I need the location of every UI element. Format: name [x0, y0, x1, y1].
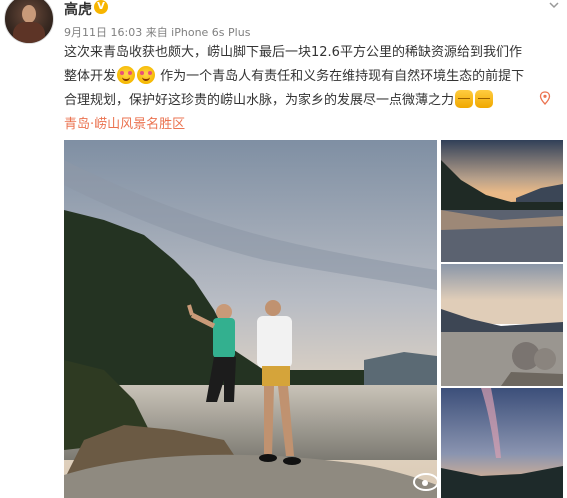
post-line-1: 这次来青岛收获也颇大，崂山脚下最后一块12.6平方公里的稀缺资源给到我们作 [64, 45, 522, 60]
location-link[interactable]: 青岛·崂山风景名胜区 [64, 113, 185, 132]
photo-main[interactable] [64, 140, 437, 498]
chevron-down-icon[interactable] [549, 0, 559, 10]
avatar[interactable] [4, 0, 54, 44]
post-line-2: 整体开发 作为一个青岛人有责任和义务在维持现有自然环境生态的前提下 [64, 65, 524, 89]
blush-emoji-icon [137, 66, 156, 84]
post-meta: 9月11日 16:03 来自 iPhone 6s Plus [64, 26, 251, 39]
photo-thumb-1[interactable] [441, 140, 563, 262]
author-name[interactable]: 高虎 [64, 0, 92, 19]
post-line-3-text: 合理规划，保护好这珍贵的崂山水脉，为家乡的发展尽一点微薄之力 [64, 93, 455, 108]
post-line-2b: 作为一个青岛人有责任和义务在维持现有自然环境生态的前提下 [156, 69, 525, 84]
fist-emoji-icon [455, 90, 474, 108]
avatar-face [22, 5, 36, 23]
post-line-2a: 整体开发 [64, 69, 117, 84]
avatar-body [13, 22, 45, 43]
fist-emoji-icon [475, 90, 494, 108]
photo-thumb-3[interactable] [441, 388, 563, 498]
blush-emoji-icon [117, 66, 136, 84]
photo-thumb-2[interactable] [441, 264, 563, 386]
verified-badge-icon: V [94, 0, 108, 14]
location-pin-icon [539, 91, 551, 105]
weibo-watermark-icon [413, 473, 439, 491]
post-line-3: 合理规划，保护好这珍贵的崂山水脉，为家乡的发展尽一点微薄之力 [64, 89, 494, 113]
